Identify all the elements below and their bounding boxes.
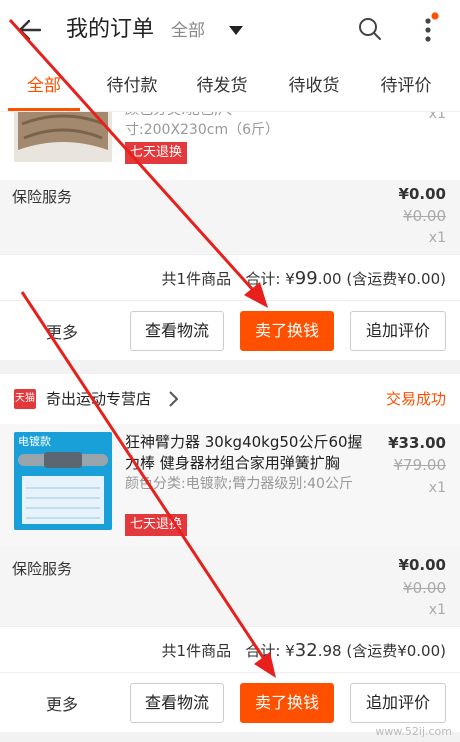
view-logistics-button[interactable]: 查看物流 — [130, 683, 224, 723]
search-icon[interactable] — [356, 15, 384, 43]
tab-pending-review[interactable]: 待评价 — [368, 60, 444, 112]
tab-indicator — [8, 108, 80, 111]
caret-down-icon[interactable] — [228, 24, 244, 36]
product-thumbnail[interactable] — [14, 112, 112, 162]
chevron-right-icon[interactable] — [166, 390, 180, 408]
insurance-label: 保险服务 — [12, 188, 73, 206]
tab-pending-payment[interactable]: 待付款 — [94, 60, 170, 112]
order-item-1[interactable]: 颜色分类:驼色,尺 寸:200X230cm（6斤） 七天退换 x1 — [0, 112, 460, 180]
order-summary: 共1件商品 合计: ¥32.98 (含运费¥0.00) — [0, 626, 460, 672]
store-name[interactable]: 奇出运动专营店 — [46, 388, 151, 409]
insurance-service-row: 保险服务 ¥0.00 ¥0.00 x1 — [0, 546, 460, 626]
insurance-original-price: ¥0.00 — [403, 207, 446, 225]
insurance-price: ¥0.00 — [398, 556, 446, 574]
arm-strength-trainer-image-icon: 电镀款 — [14, 432, 112, 530]
insurance-price: ¥0.00 — [398, 185, 446, 203]
store-header[interactable]: 天猫 奇出运动专营店 交易成功 — [0, 374, 460, 424]
insurance-label: 保险服务 — [12, 560, 73, 578]
total-currency: ¥ — [285, 642, 295, 660]
tab-pending-receipt[interactable]: 待收货 — [276, 60, 352, 112]
order-scope-label[interactable]: 全部 — [171, 18, 205, 44]
view-logistics-button[interactable]: 查看物流 — [130, 311, 224, 351]
total-integer: 32 — [294, 640, 318, 661]
item-count: 共1件商品 — [161, 642, 232, 660]
sell-for-cash-button[interactable]: 卖了换钱 — [240, 683, 334, 723]
more-actions-link[interactable]: 更多 — [46, 691, 78, 715]
product-original-price: ¥79.00 — [393, 456, 447, 474]
total-currency: ¥ — [285, 270, 295, 288]
more-vertical-icon[interactable] — [418, 10, 442, 50]
product-attributes: 颜色分类:电镀款;臂力器级别:40公斤 — [125, 476, 353, 492]
product-attributes: 寸:200X230cm（6斤） — [125, 122, 279, 138]
page-title: 我的订单 — [66, 17, 155, 42]
insurance-service-row: 保险服务 ¥0.00 ¥0.00 x1 — [0, 180, 460, 254]
total-label: 合计: — [245, 642, 281, 660]
tmall-logo: 天猫 — [14, 389, 36, 409]
return-policy-badge: 七天退换 — [125, 514, 188, 536]
total-label: 合计: — [245, 270, 281, 288]
total-decimal: .00 — [317, 270, 342, 288]
order-separator — [0, 360, 460, 374]
order-total: 共1件商品 合计: ¥32.98 (含运费¥0.00) — [162, 640, 446, 661]
insurance-quantity: x1 — [428, 602, 446, 618]
tab-all[interactable]: 全部 — [8, 60, 80, 112]
add-review-button[interactable]: 追加评价 — [350, 683, 446, 723]
order-item-2[interactable]: 电镀款 狂神臂力器 30kg40kg50公斤60握力棒 健身器材组合家用弹簧扩胸… — [0, 424, 460, 546]
product-attributes-partial: 颜色分类:驼色,尺 — [125, 112, 370, 120]
back-arrow-icon[interactable] — [14, 14, 46, 46]
quilt-image-icon — [14, 112, 112, 162]
order-summary: 共1件商品 合计: ¥99.00 (含运费¥0.00) — [0, 254, 460, 300]
total-decimal: .98 — [317, 642, 342, 660]
order-actions: 更多 查看物流 卖了换钱 追加评价 — [0, 672, 460, 732]
product-thumbnail[interactable]: 电镀款 — [14, 432, 112, 530]
watermark: www.52ij.com — [375, 725, 452, 738]
product-quantity: x1 — [428, 112, 446, 122]
app-header: 我的订单 全部 — [0, 0, 460, 60]
item-count: 共1件商品 — [161, 270, 232, 288]
product-title[interactable]: 狂神臂力器 30kg40kg50公斤60握力棒 健身器材组合家用弹簧扩胸 — [125, 432, 370, 474]
order-list[interactable]: 颜色分类:驼色,尺 寸:200X230cm（6斤） 七天退换 x1 保险服务 ¥… — [0, 112, 460, 742]
insurance-original-price: ¥0.00 — [403, 579, 446, 597]
product-quantity: x1 — [428, 480, 446, 496]
return-policy-badge: 七天退换 — [125, 142, 188, 164]
shipping-note: (含运费¥0.00) — [346, 642, 446, 660]
sell-for-cash-button[interactable]: 卖了换钱 — [240, 311, 334, 351]
order-tabs: 全部 待付款 待发货 待收货 待评价 — [0, 60, 460, 112]
more-actions-link[interactable]: 更多 — [46, 319, 78, 343]
order-total: 共1件商品 合计: ¥99.00 (含运费¥0.00) — [162, 268, 446, 289]
insurance-quantity: x1 — [428, 230, 446, 246]
add-review-button[interactable]: 追加评价 — [350, 311, 446, 351]
order-status: 交易成功 — [385, 390, 446, 408]
order-actions: 更多 查看物流 卖了换钱 追加评价 — [0, 300, 460, 360]
thumbnail-label: 电镀款 — [18, 434, 51, 448]
total-integer: 99 — [294, 268, 318, 289]
shipping-note: (含运费¥0.00) — [346, 270, 446, 288]
product-price: ¥33.00 — [388, 434, 446, 452]
tab-pending-shipment[interactable]: 待发货 — [184, 60, 260, 112]
